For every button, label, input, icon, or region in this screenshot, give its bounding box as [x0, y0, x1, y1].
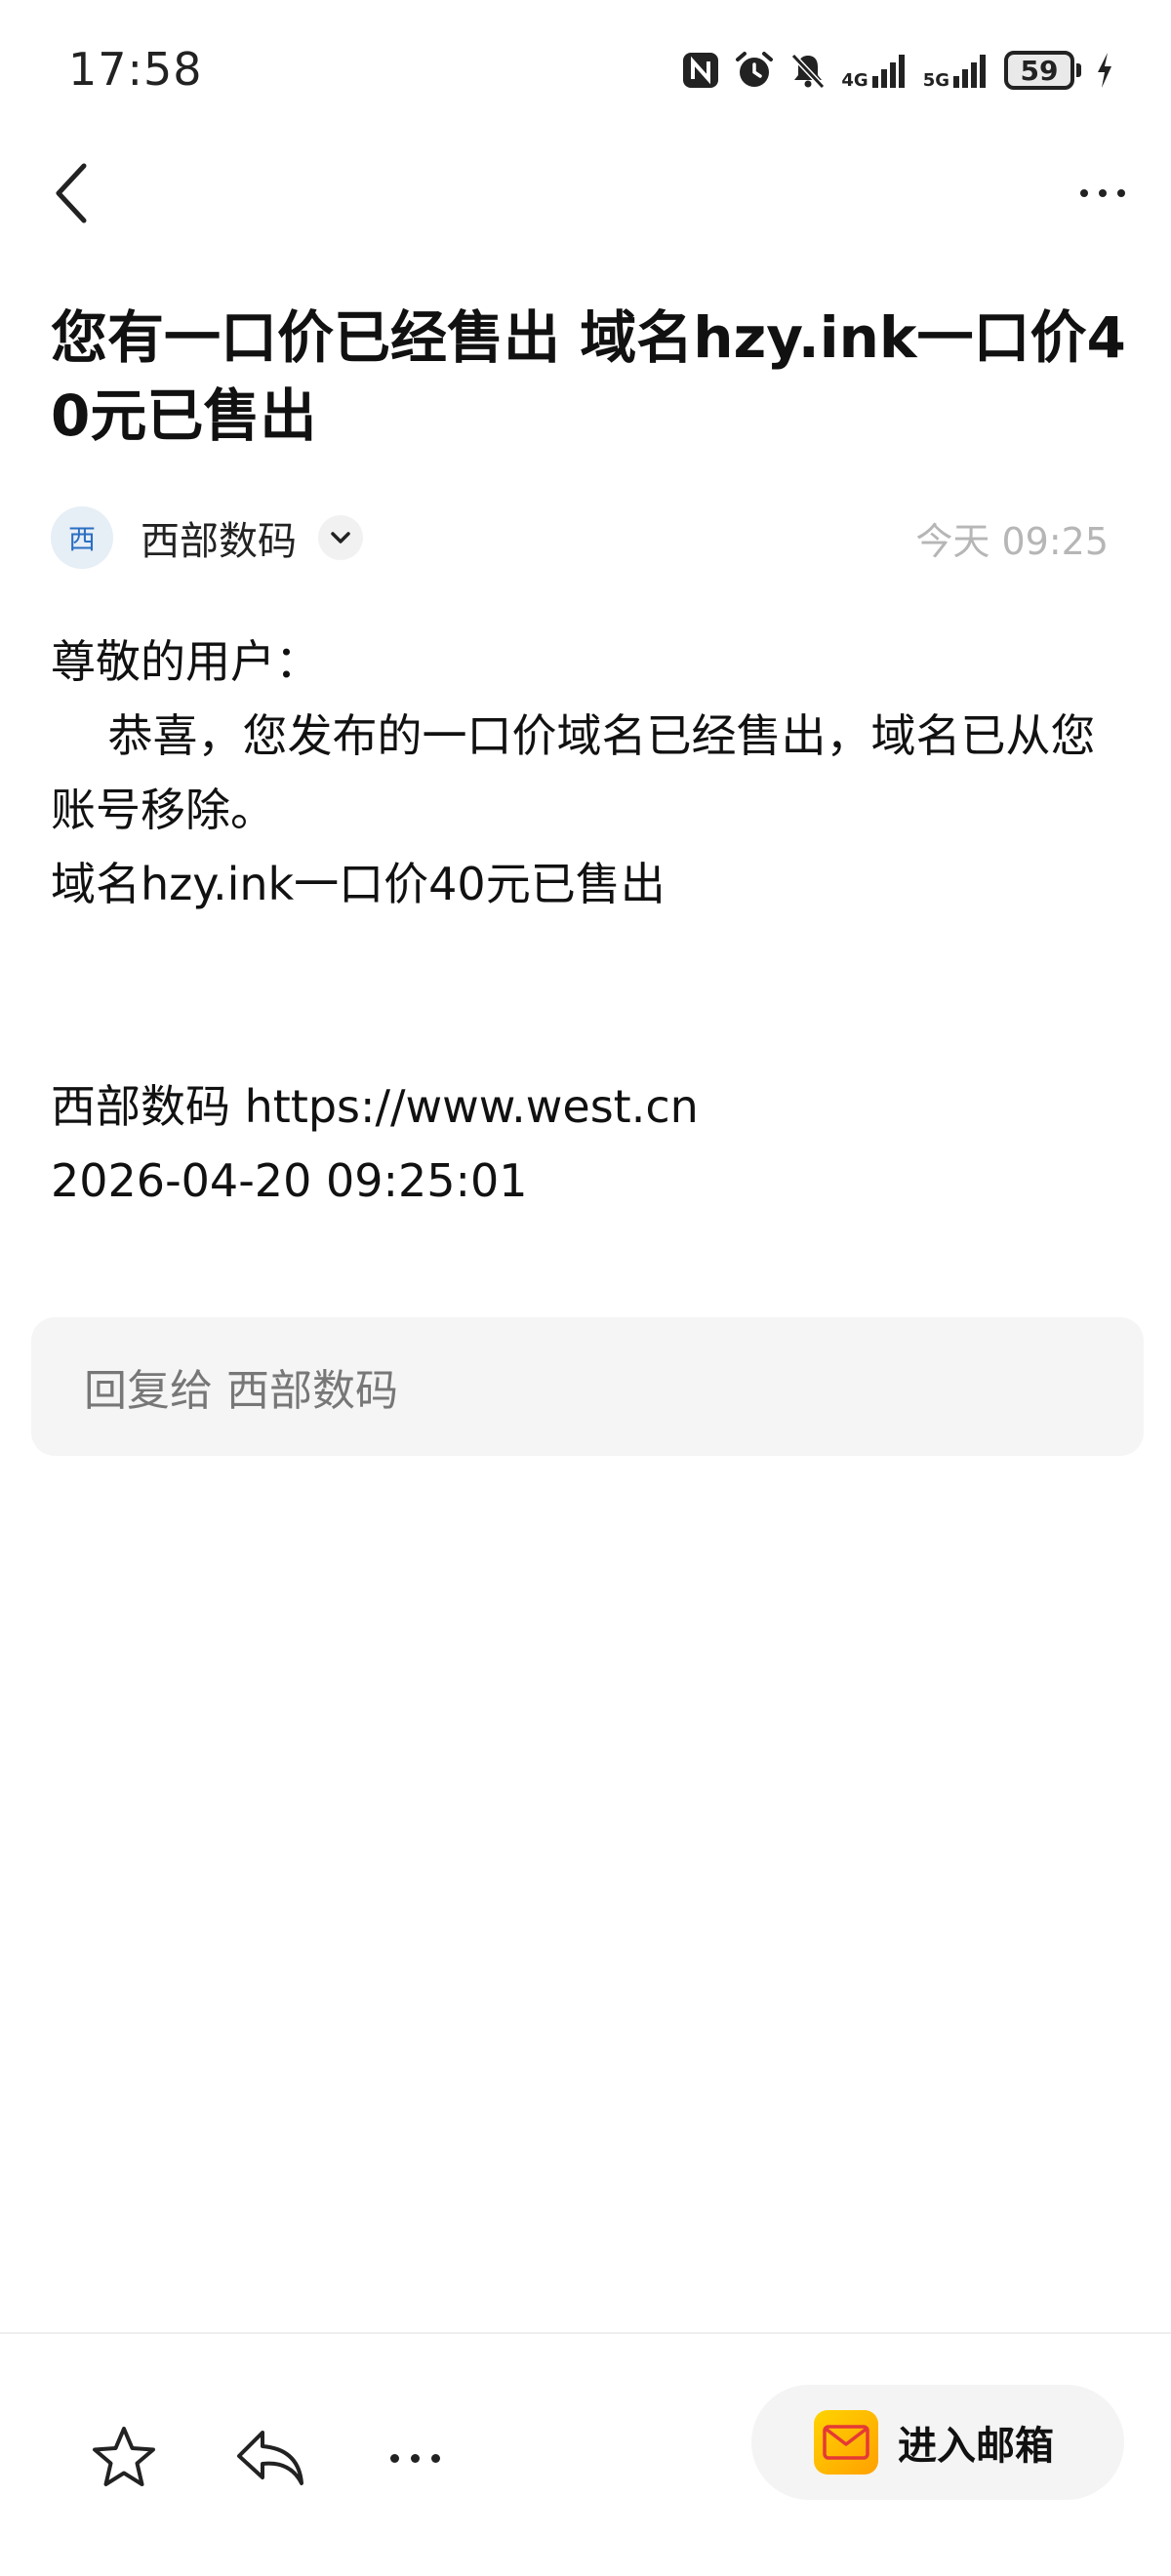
enter-mailbox-button[interactable]: 进入邮箱	[751, 2385, 1124, 2500]
battery-level: 59	[1004, 51, 1074, 90]
mute-icon	[788, 51, 828, 90]
reply-button[interactable]	[226, 2414, 314, 2502]
signal-5g-icon: 5G	[923, 51, 990, 90]
more-icon	[1080, 189, 1088, 197]
battery-icon: 59	[1004, 51, 1081, 90]
network-5g-label: 5G	[922, 70, 949, 91]
reply-icon	[237, 2431, 303, 2485]
star-icon	[93, 2427, 155, 2486]
sender-avatar[interactable]: 西	[51, 506, 113, 569]
status-bar: 17:58 4G 5G 59	[0, 0, 1171, 146]
toolbar-more-button[interactable]	[371, 2414, 459, 2502]
network-4g-label: 4G	[841, 70, 868, 91]
chevron-left-icon	[56, 163, 87, 223]
alarm-icon	[734, 50, 775, 91]
chevron-down-icon	[331, 532, 350, 543]
sender-details-toggle[interactable]	[318, 515, 363, 560]
sender-name[interactable]: 西部数码	[141, 509, 297, 566]
body-paragraph: 恭喜，您发布的一口价域名已经售出，域名已从您账号移除。	[51, 709, 1096, 836]
signal-4g-icon: 4G	[841, 51, 909, 90]
more-options-button[interactable]	[1064, 166, 1142, 221]
status-time: 17:58	[68, 43, 203, 96]
nfc-icon	[681, 51, 720, 90]
body-signature[interactable]: 西部数码 https://www.west.cn	[51, 1069, 1134, 1144]
mail-icon	[814, 2410, 878, 2475]
email-body: 尊敬的用户： 恭喜，您发布的一口价域名已经售出，域名已从您账号移除。 域名hzy…	[51, 624, 1134, 1218]
back-button[interactable]	[35, 156, 105, 230]
body-datetime: 2026-04-20 09:25:01	[51, 1154, 528, 1207]
status-icons: 4G 5G 59	[681, 45, 1114, 96]
reply-input[interactable]: 回复给 西部数码	[31, 1317, 1144, 1456]
body-detail: 域名hzy.ink一口价40元已售出	[51, 858, 666, 910]
sender-row: 西 西部数码 今天 09:25	[51, 505, 1124, 570]
more-icon	[389, 2453, 399, 2463]
email-subject: 您有一口价已经售出 域名hzy.ink一口价40元已售出	[51, 304, 1126, 449]
bottom-toolbar: 进入邮箱	[0, 2334, 1171, 2576]
charging-icon	[1095, 51, 1114, 90]
body-greeting: 尊敬的用户：	[51, 635, 320, 688]
enter-mailbox-label: 进入邮箱	[898, 2424, 1054, 2469]
star-button[interactable]	[80, 2414, 168, 2502]
email-time: 今天 09:25	[915, 519, 1109, 563]
